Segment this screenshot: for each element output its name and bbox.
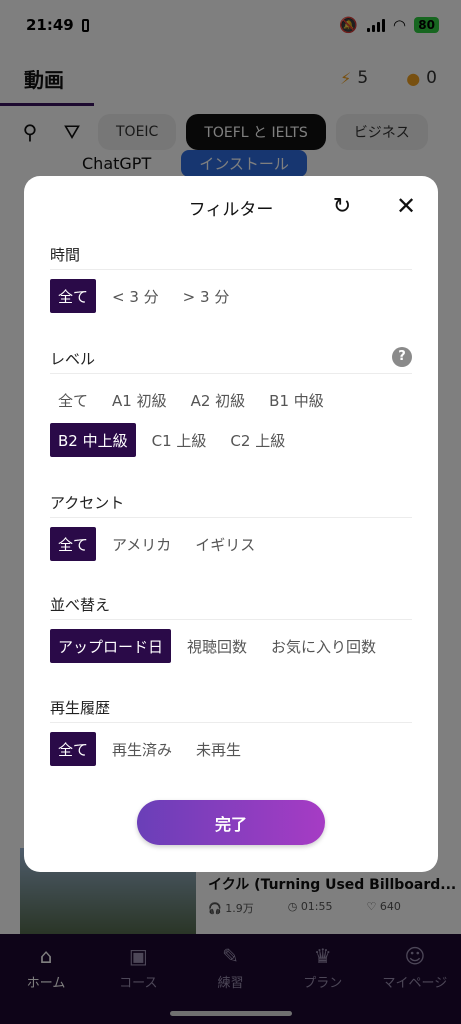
option-level-all[interactable]: 全て — [50, 383, 96, 417]
section-sort: 並べ替え アップロード日 視聴回数 お気に入り回数 — [50, 590, 412, 663]
option-history-played[interactable]: 再生済み — [104, 732, 180, 766]
section-accent: アクセント 全て アメリカ イギリス — [50, 488, 412, 561]
option-sort-upload-date[interactable]: アップロード日 — [50, 629, 172, 663]
options-level: 全て A1 初級 A2 初級 B1 中級 B2 中上級 C1 上級 C2 上級 — [50, 374, 412, 457]
section-duration: 時間 全て < 3 分 > 3 分 — [50, 240, 412, 313]
option-level-b2[interactable]: B2 中上級 — [50, 423, 136, 457]
section-heading-level: レベル ? — [50, 344, 412, 374]
section-history: 再生履歴 全て 再生済み 未再生 — [50, 693, 412, 766]
options-duration: 全て < 3 分 > 3 分 — [50, 270, 412, 313]
section-level: レベル ? 全て A1 初級 A2 初級 B1 中級 B2 中上級 C1 上級 … — [50, 344, 412, 457]
option-level-c2[interactable]: C2 上級 — [222, 423, 293, 457]
options-sort: アップロード日 視聴回数 お気に入り回数 — [50, 620, 412, 663]
option-duration-over-3[interactable]: > 3 分 — [175, 279, 238, 313]
close-icon[interactable]: ✕ — [394, 194, 418, 218]
options-history: 全て 再生済み 未再生 — [50, 723, 412, 766]
modal-title: フィルター — [188, 199, 274, 220]
filter-modal: フィルター ↻ ✕ 時間 全て < 3 分 > 3 分 レベル ? 全て A1 … — [24, 176, 438, 872]
section-heading: アクセント — [50, 488, 412, 518]
option-accent-all[interactable]: 全て — [50, 527, 97, 561]
option-duration-under-3[interactable]: < 3 分 — [104, 279, 167, 313]
option-level-a2[interactable]: A2 初級 — [183, 383, 254, 417]
refresh-icon[interactable]: ↻ — [330, 195, 354, 219]
option-level-b1[interactable]: B1 中級 — [261, 383, 332, 417]
option-history-unplayed[interactable]: 未再生 — [188, 732, 249, 766]
option-sort-favorites[interactable]: お気に入り回数 — [263, 629, 384, 663]
section-heading: 時間 — [50, 240, 412, 270]
help-icon[interactable]: ? — [392, 347, 412, 367]
section-heading: 再生履歴 — [50, 693, 412, 723]
section-heading: 並べ替え — [50, 590, 412, 620]
done-button[interactable]: 完了 — [137, 800, 325, 845]
option-sort-views[interactable]: 視聴回数 — [179, 629, 255, 663]
option-accent-us[interactable]: アメリカ — [104, 527, 179, 561]
modal-header: フィルター ↻ ✕ — [50, 176, 416, 238]
option-history-all[interactable]: 全て — [50, 732, 97, 766]
option-duration-all[interactable]: 全て — [50, 279, 97, 313]
option-accent-uk[interactable]: イギリス — [187, 527, 263, 561]
option-level-a1[interactable]: A1 初級 — [104, 383, 175, 417]
option-level-c1[interactable]: C1 上級 — [144, 423, 215, 457]
options-accent: 全て アメリカ イギリス — [50, 518, 412, 561]
